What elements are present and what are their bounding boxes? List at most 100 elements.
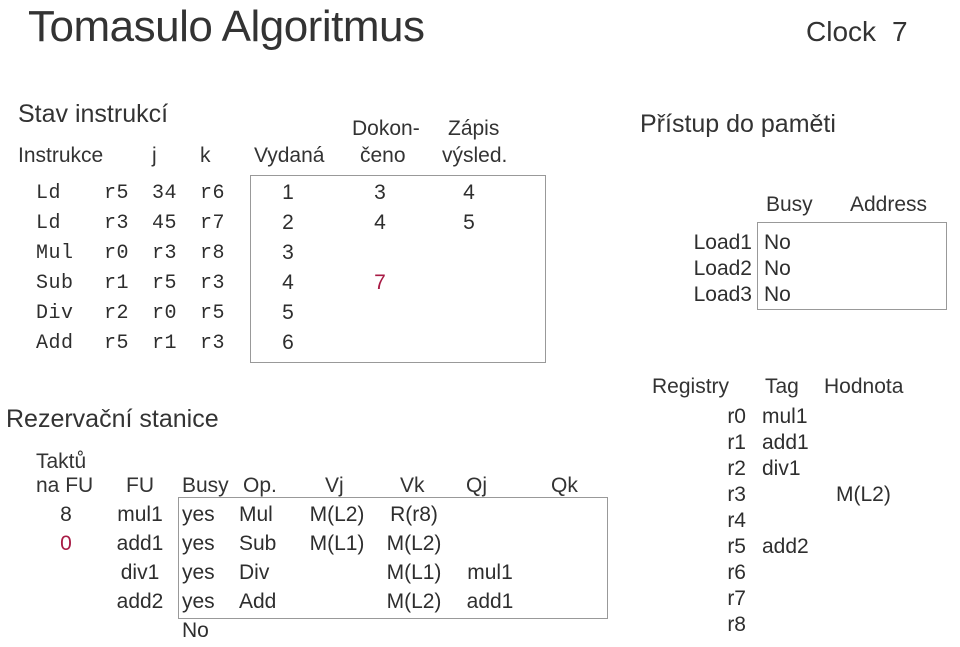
instruction-dest: r6 (200, 182, 226, 205)
instruction-k: 45 (152, 212, 178, 235)
instruction-op: Mul (36, 242, 74, 265)
col-header-issued: Vydaná (254, 144, 325, 167)
instruction-completed: 7 (374, 271, 386, 294)
instruction-write: 5 (463, 211, 475, 234)
instruction-issued: 2 (282, 211, 294, 234)
mem-unit-name: Load3 (693, 283, 752, 306)
col-header-write-line1: Zápis (448, 117, 500, 140)
col-header-busy-mem: Busy (766, 193, 813, 216)
memory-access-heading: Přístup do paměti (640, 110, 836, 138)
instruction-k: r3 (152, 242, 178, 265)
col-header-fu: FU (126, 474, 154, 497)
rs-fu: div1 (120, 561, 160, 584)
rs-vk: R(r8) (390, 503, 438, 526)
col-header-qk: Qk (551, 474, 578, 497)
rs-cycles: 0 (60, 532, 72, 555)
col-header-hodnota: Hodnota (824, 375, 904, 398)
instruction-k: 34 (152, 182, 178, 205)
rs-fu: add1 (116, 532, 164, 555)
col-header-completed-line1: Dokon- (352, 117, 420, 140)
rs-fu: add2 (116, 590, 164, 613)
col-header-k: k (200, 144, 211, 167)
instruction-j: r5 (104, 332, 130, 355)
register-name: r2 (727, 457, 746, 480)
instruction-issued: 1 (282, 181, 294, 204)
rs-vj: M(L1) (309, 532, 365, 555)
reservation-stations-heading: Rezervační stanice (6, 405, 219, 433)
register-tag: div1 (762, 457, 801, 480)
rs-busy: yes (182, 503, 215, 526)
rs-op: Add (239, 590, 277, 613)
rs-vk: M(L2) (386, 590, 442, 613)
rs-op: Mul (239, 503, 273, 526)
instruction-write: 4 (463, 181, 475, 204)
instruction-completed: 4 (374, 211, 386, 234)
register-value: M(L2) (836, 483, 891, 506)
instruction-op: Add (36, 332, 74, 355)
instruction-j: r1 (104, 272, 130, 295)
page-title: Tomasulo Algoritmus (28, 2, 425, 51)
register-tag: add2 (762, 535, 809, 558)
mem-unit-name: Load2 (693, 257, 752, 280)
rs-vk: M(L1) (386, 561, 442, 584)
col-header-vk: Vk (400, 474, 425, 497)
rs-op: Div (239, 561, 270, 584)
col-header-instruction: Instrukce (18, 144, 104, 167)
instruction-status-heading: Stav instrukcí (18, 100, 169, 128)
col-header-cycles-line2: na FU (36, 474, 94, 497)
register-name: r1 (727, 431, 746, 454)
instruction-j: r5 (104, 182, 130, 205)
register-name: r8 (727, 613, 746, 636)
mem-busy: No (764, 231, 791, 254)
instruction-op: Sub (36, 272, 74, 295)
col-header-qj: Qj (466, 474, 487, 497)
instruction-dest: r3 (200, 272, 226, 295)
mem-unit-name: Load1 (693, 231, 752, 254)
rs-busy: yes (182, 590, 215, 613)
register-tag: add1 (762, 431, 809, 454)
col-header-tag: Tag (765, 375, 799, 398)
col-header-address: Address (850, 193, 928, 216)
col-header-write-line2: výsled. (442, 144, 508, 167)
instruction-dest: r3 (200, 332, 226, 355)
instruction-issued: 4 (282, 271, 294, 294)
register-name: r3 (727, 483, 746, 506)
instruction-dest: r7 (200, 212, 226, 235)
mem-busy: No (764, 283, 791, 306)
instruction-op: Div (36, 302, 74, 325)
rs-qj: add1 (466, 590, 514, 613)
rs-qj: mul1 (467, 561, 513, 584)
clock-label-text: Clock (806, 16, 877, 47)
instruction-dest: r8 (200, 242, 226, 265)
clock-indicator: Clock 7 (806, 16, 908, 48)
instruction-k: r0 (152, 302, 178, 325)
register-name: r5 (727, 535, 746, 558)
instruction-completed: 3 (374, 181, 386, 204)
col-header-op: Op. (243, 474, 277, 497)
mem-busy: No (764, 257, 791, 280)
instruction-op: Ld (36, 212, 62, 235)
rs-cycles: 8 (60, 503, 72, 526)
col-header-busy-rs: Busy (182, 474, 229, 497)
instruction-k: r1 (152, 332, 178, 355)
instruction-k: r5 (152, 272, 178, 295)
instruction-j: r2 (104, 302, 130, 325)
instruction-j: r0 (104, 242, 130, 265)
instruction-issued: 6 (282, 331, 294, 354)
rs-vj: M(L2) (309, 503, 365, 526)
rs-fu: mul1 (117, 503, 163, 526)
rs-vk: M(L2) (386, 532, 442, 555)
rs-busy: yes (182, 532, 215, 555)
rs-busy: yes (182, 561, 215, 584)
register-name: r0 (727, 405, 746, 428)
instruction-j: r3 (104, 212, 130, 235)
col-header-vj: Vj (325, 474, 344, 497)
register-name: r7 (727, 587, 746, 610)
col-header-j: j (152, 144, 157, 167)
instruction-issued: 3 (282, 241, 294, 264)
register-name: r4 (727, 509, 746, 532)
col-header-cycles-line1: Taktů (36, 450, 87, 473)
register-name: r6 (727, 561, 746, 584)
rs-op: Sub (239, 532, 277, 555)
clock-value: 7 (892, 16, 908, 47)
